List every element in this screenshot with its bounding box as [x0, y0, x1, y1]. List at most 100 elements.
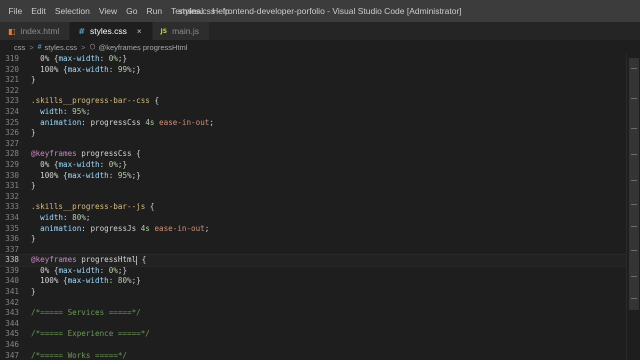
code-line[interactable]: 323 .skills__progress-bar--css {	[0, 96, 626, 107]
code-token: : progressJs	[81, 223, 141, 233]
code-line[interactable]: 334 width: 80%;	[0, 213, 626, 224]
code-text: width: 95%;	[31, 107, 90, 118]
scrollbar-thumb[interactable]	[629, 58, 639, 310]
overview-mark	[631, 298, 637, 299]
code-token: ;}	[117, 159, 128, 169]
vertical-scrollbar[interactable]	[626, 54, 640, 360]
breadcrumb-file[interactable]: styles.css	[45, 43, 78, 52]
menu-view[interactable]: View	[94, 0, 121, 22]
code-line[interactable]: 330 100% {max-width: 95%;}	[0, 171, 626, 182]
code-token: ;	[85, 212, 91, 222]
code-token: 0%	[108, 54, 118, 63]
code-token: 99%	[117, 64, 132, 74]
code-line[interactable]: 328 @keyframes progressCss {	[0, 149, 626, 160]
code-line[interactable]: 319 0% {max-width: 0%;}	[0, 54, 626, 65]
line-number: 333	[5, 202, 19, 212]
code-token: ease-in-out	[159, 117, 210, 127]
code-token: ;	[85, 106, 91, 116]
code-line[interactable]: 347 /*===== Works =====*/	[0, 351, 626, 360]
code-line[interactable]: 332	[0, 192, 626, 203]
css-file-icon: #	[78, 26, 86, 36]
tab-styles-css[interactable]: # styles.css ×	[70, 22, 153, 40]
menu-edit[interactable]: Edit	[27, 0, 51, 22]
code-line[interactable]: 325 animation: progressCss 4s ease-in-ou…	[0, 118, 626, 129]
code-token: .skills__progress-bar--js	[31, 202, 146, 212]
code-token: animation	[31, 223, 82, 233]
overview-mark	[631, 276, 637, 277]
code-text: animation: progressCss 4s ease-in-out;	[31, 118, 214, 129]
code-token: :	[99, 54, 109, 63]
code-text: animation: progressJs 4s ease-in-out;	[31, 224, 209, 235]
menu-terminal[interactable]: Terminal	[167, 0, 208, 22]
code-line[interactable]: 341}	[0, 287, 626, 298]
code-text: /*===== Services =====*/	[31, 308, 141, 319]
overview-mark	[631, 128, 637, 129]
html-file-icon: ◧	[8, 26, 16, 36]
code-line[interactable]: 337	[0, 245, 626, 256]
line-number: 334	[5, 212, 19, 222]
line-number: 341	[5, 287, 19, 297]
code-line[interactable]: 346	[0, 340, 626, 351]
menu-go[interactable]: Go	[122, 0, 142, 22]
code-line[interactable]: 342	[0, 298, 626, 309]
code-token: .skills__progress-bar--css	[31, 96, 150, 106]
line-number: 335	[5, 223, 19, 233]
line-number: 332	[5, 191, 19, 201]
code-line[interactable]: 335 animation: progressJs 4s ease-in-out…	[0, 224, 626, 235]
code-token: max-width	[67, 64, 109, 74]
tab-main-js[interactable]: JS main.js	[152, 22, 211, 40]
menu-file[interactable]: File	[4, 0, 27, 22]
code-text: .skills__progress-bar--css {	[31, 96, 159, 107]
menu-run[interactable]: Run	[142, 0, 167, 22]
code-token: @keyframes	[31, 149, 77, 159]
code-token: 0% {	[31, 54, 59, 63]
code-token: 0% {	[31, 159, 59, 169]
code-token: ease-in-out	[154, 223, 205, 233]
code-token: ;}	[117, 54, 128, 63]
close-icon[interactable]: ×	[137, 27, 142, 36]
code-token: }	[31, 75, 36, 85]
code-line[interactable]: 324 width: 95%;	[0, 107, 626, 118]
code-token: :	[63, 106, 73, 116]
code-line[interactable]: 336}	[0, 234, 626, 245]
code-text: }	[31, 75, 36, 86]
line-number: 344	[5, 318, 19, 328]
code-line[interactable]: 326}	[0, 128, 626, 139]
code-line[interactable]: 344	[0, 319, 626, 330]
chevron-right-icon: >	[29, 42, 34, 52]
code-text: @keyframes progressCss {	[31, 149, 141, 160]
code-line[interactable]: 343 /*===== Services =====*/	[0, 308, 626, 319]
code-line[interactable]: 320 100% {max-width: 99%;}	[0, 65, 626, 76]
code-line[interactable]: 329 0% {max-width: 0%;}	[0, 160, 626, 171]
code-editor[interactable]: 319 0% {max-width: 0%;} 320 100% {max-wid…	[0, 54, 626, 360]
code-line[interactable]: 322	[0, 86, 626, 97]
overview-mark	[631, 68, 637, 69]
tab-label: index.html	[20, 26, 60, 36]
code-line[interactable]: 338 @keyframes progressHtml {	[0, 254, 626, 267]
tab-label: main.js	[172, 26, 200, 36]
code-text: 100% {max-width: 99%;}	[31, 65, 141, 76]
code-line[interactable]: 321}	[0, 75, 626, 86]
tab-index-html[interactable]: ◧ index.html	[0, 22, 71, 40]
code-token: ;	[204, 223, 210, 233]
breadcrumb-symbol[interactable]: @keyframes progressHtml	[99, 43, 188, 52]
code-line[interactable]: 340 100% {max-width: 80%;}	[0, 276, 626, 287]
code-line[interactable]: 331}	[0, 181, 626, 192]
breadcrumb-folder[interactable]: css	[14, 43, 25, 52]
code-token: 95%	[117, 170, 132, 180]
code-token: 100% {	[31, 276, 68, 286]
code-text: /*===== Experience =====*/	[31, 329, 150, 340]
overview-mark	[631, 226, 637, 227]
code-line[interactable]: 339 0% {max-width: 0%;}	[0, 266, 626, 277]
code-line[interactable]: 327	[0, 139, 626, 150]
menu-help[interactable]: Help	[208, 0, 234, 22]
code-token: : progressCss	[81, 117, 146, 127]
code-token: 80%	[72, 212, 86, 222]
code-token: width	[31, 106, 64, 116]
line-number: 337	[5, 244, 19, 254]
menu-selection[interactable]: Selection	[50, 0, 94, 22]
line-number: 338	[5, 255, 19, 265]
code-line[interactable]: 333 .skills__progress-bar--js {	[0, 202, 626, 213]
code-line[interactable]: 345 /*===== Experience =====*/	[0, 329, 626, 340]
code-token: :	[108, 170, 118, 180]
